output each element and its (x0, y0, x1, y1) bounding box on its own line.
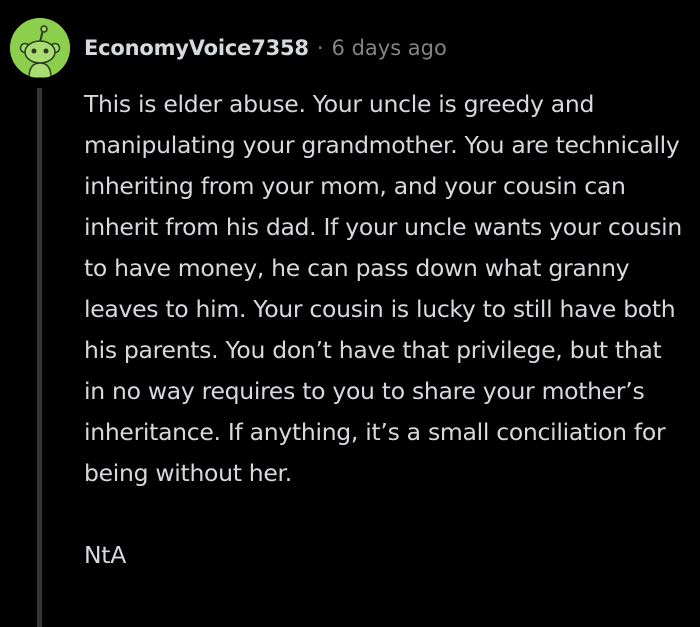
meta-separator: · (316, 36, 324, 60)
comment-header: EconomyVoice7358 · 6 days ago (84, 32, 447, 64)
comment-timestamp[interactable]: 6 days ago (332, 36, 447, 60)
comment-paragraph: This is elder abuse. Your uncle is greed… (84, 90, 682, 487)
comment-paragraph: NtA (84, 541, 126, 569)
snoo-avatar-icon (10, 18, 70, 78)
username-link[interactable]: EconomyVoice7358 (84, 36, 309, 60)
thread-collapse-line[interactable] (37, 88, 42, 627)
comment: EconomyVoice7358 · 6 days ago This is el… (0, 0, 700, 627)
user-avatar[interactable] (10, 18, 70, 78)
comment-body: This is elder abuse. Your uncle is greed… (84, 84, 684, 576)
